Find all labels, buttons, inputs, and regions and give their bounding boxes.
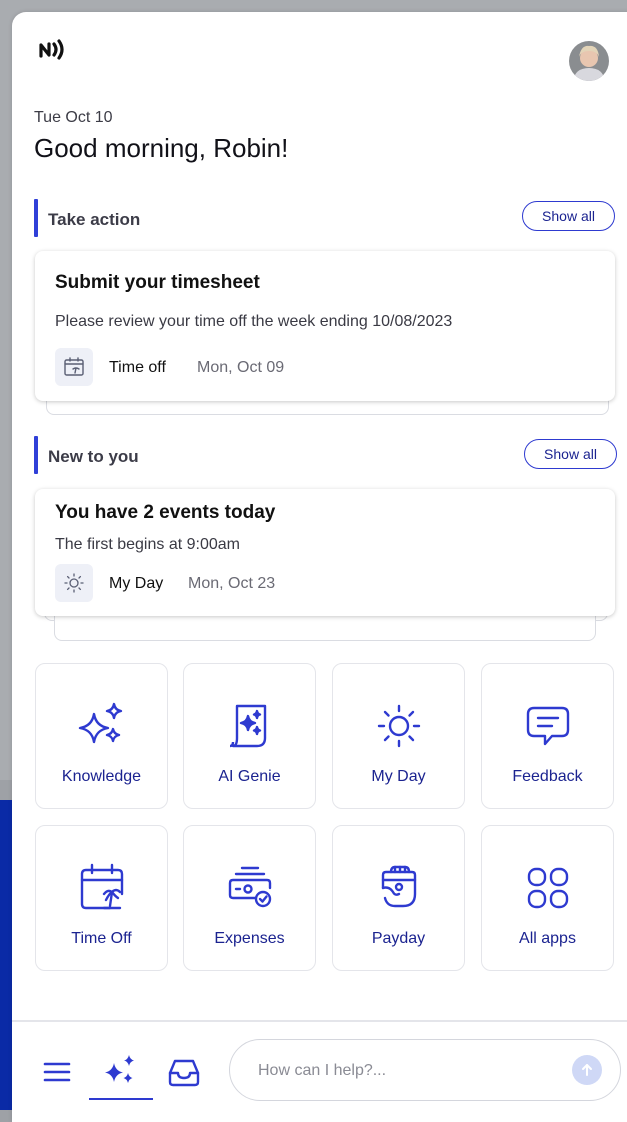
- app-tile-label: Time Off: [71, 930, 132, 947]
- app-logo: [30, 28, 86, 73]
- active-tab-indicator: [89, 1098, 153, 1100]
- card-chip-label: My Day: [109, 575, 164, 592]
- card-title: Submit your timesheet: [55, 272, 260, 293]
- app-tile-my-day[interactable]: My Day: [332, 663, 465, 809]
- sparkles-icon: [78, 702, 122, 744]
- sparkles-icon[interactable]: [100, 1050, 142, 1097]
- app-tile-label: My Day: [371, 768, 426, 785]
- app-tile-payday[interactable]: Payday: [332, 825, 465, 971]
- app-tile-feedback[interactable]: Feedback: [481, 663, 614, 809]
- inbox-icon[interactable]: [165, 1053, 203, 1096]
- events-card[interactable]: You have 2 events today The first begins…: [35, 489, 615, 616]
- calendar-palm-icon: [55, 348, 93, 386]
- arrow-up-icon: [582, 1064, 592, 1076]
- app-tile-label: AI Genie: [218, 768, 281, 785]
- timesheet-card[interactable]: Submit your timesheet Please review your…: [35, 251, 615, 401]
- app-tile-label: Expenses: [214, 930, 285, 947]
- section-indicator: [34, 436, 38, 474]
- app-tile-label: All apps: [519, 930, 576, 947]
- app-tile-label: Feedback: [512, 768, 583, 785]
- send-button[interactable]: [572, 1055, 602, 1085]
- card-description: The first begins at 9:00am: [55, 536, 240, 553]
- help-search-field: [229, 1039, 621, 1101]
- card-description: Please review your time off the week end…: [55, 313, 453, 330]
- section-indicator: [34, 199, 38, 237]
- app-tile-expenses[interactable]: Expenses: [183, 825, 316, 971]
- take-action-show-all-button[interactable]: Show all: [522, 201, 615, 231]
- ai-document-icon: [229, 704, 266, 748]
- app-tile-all-apps[interactable]: All apps: [481, 825, 614, 971]
- card-chip-date: Mon, Oct 09: [197, 359, 285, 376]
- calendar-palm-icon: [80, 863, 123, 910]
- app-tile-knowledge[interactable]: Knowledge: [35, 663, 168, 809]
- new-to-you-show-all-button[interactable]: Show all: [524, 439, 617, 469]
- menu-icon[interactable]: [40, 1055, 74, 1094]
- chat-bubble-icon: [526, 706, 569, 746]
- expenses-icon: [228, 866, 271, 908]
- card-title: You have 2 events today: [55, 502, 276, 523]
- section-title-new-to-you: New to you: [48, 447, 139, 466]
- current-date: Tue Oct 10: [34, 109, 113, 126]
- section-title-take-action: Take action: [48, 210, 141, 229]
- app-tile-time-off[interactable]: Time Off: [35, 825, 168, 971]
- sun-icon: [55, 564, 93, 602]
- grid-icon: [527, 867, 568, 909]
- sun-icon: [377, 704, 420, 748]
- help-search-input[interactable]: [256, 1056, 560, 1086]
- avatar[interactable]: [569, 41, 609, 81]
- card-chip-label: Time off: [109, 359, 166, 376]
- app-tile-label: Payday: [371, 930, 426, 947]
- app-tile-ai-genie[interactable]: AI Genie: [183, 663, 316, 809]
- greeting: Good morning, Robin!: [34, 133, 289, 163]
- card-chip-date: Mon, Oct 23: [188, 575, 276, 592]
- app-tile-label: Knowledge: [61, 768, 142, 785]
- payday-icon: [381, 865, 416, 908]
